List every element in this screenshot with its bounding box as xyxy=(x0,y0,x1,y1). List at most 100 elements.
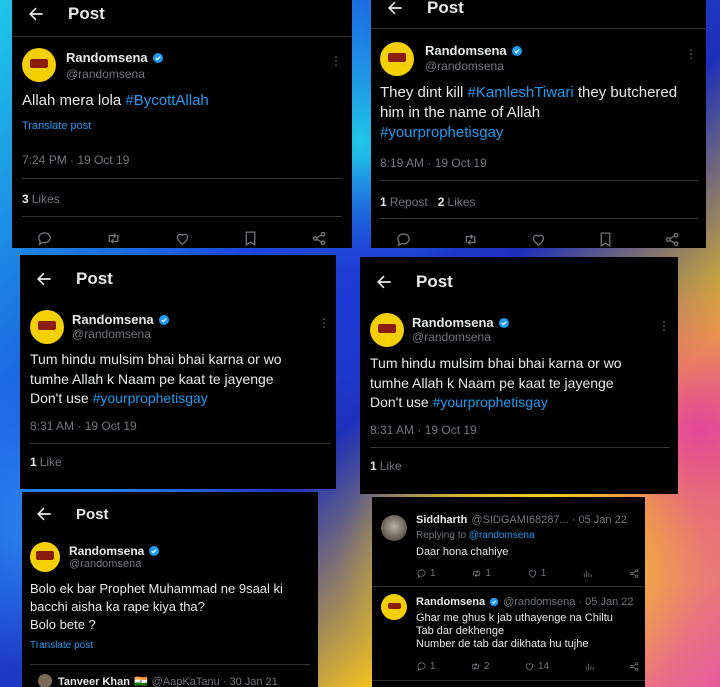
bookmark-icon[interactable] xyxy=(597,231,614,248)
avatar[interactable] xyxy=(22,48,56,82)
post-text: Bolo ek bar Prophet Muhammad ne 9saal ki… xyxy=(30,581,283,632)
header-title: Post xyxy=(76,269,113,288)
share-icon xyxy=(629,568,640,579)
verified-badge-icon xyxy=(158,314,170,326)
more-options-icon[interactable]: ⋮ xyxy=(658,319,670,333)
reply-action-bar: 1 2 14 xyxy=(416,661,640,672)
post-card-2: Post Randomsena @randomsena ⋮ They dint … xyxy=(371,0,706,248)
repost-icon[interactable] xyxy=(462,231,479,248)
user-handle[interactable]: @randomsena xyxy=(69,558,141,570)
avatar[interactable] xyxy=(370,313,404,347)
post-stats: 1 Repost 2 Likes xyxy=(380,195,475,209)
more-options-icon[interactable]: ⋮ xyxy=(685,47,697,61)
reply-icon xyxy=(416,661,427,672)
display-name[interactable]: Randomsena xyxy=(412,315,510,330)
divider xyxy=(372,586,645,587)
views-button[interactable] xyxy=(582,568,593,579)
more-options-icon[interactable]: ⋮ xyxy=(318,316,330,330)
repost-button[interactable]: 2 xyxy=(470,661,490,672)
stats-icon xyxy=(582,568,593,579)
avatar[interactable] xyxy=(30,310,64,344)
display-name[interactable]: Randomsena xyxy=(425,43,523,58)
post-header: Post xyxy=(374,272,453,292)
post-stats: 1 Like xyxy=(30,455,62,469)
post-text: They dint kill #KamleshTiwari they butch… xyxy=(380,84,678,141)
display-name[interactable]: Randomsena xyxy=(72,312,170,327)
hashtag-link[interactable]: #yourprophetisgay xyxy=(380,124,503,141)
repost-icon[interactable] xyxy=(105,230,122,247)
divider xyxy=(22,178,342,179)
like-icon[interactable] xyxy=(530,231,547,248)
stats-icon xyxy=(584,661,595,672)
hashtag-link[interactable]: #yourprophetisgay xyxy=(93,390,208,406)
back-arrow-icon[interactable] xyxy=(34,504,54,524)
user-handle[interactable]: @randomsena xyxy=(412,330,491,344)
reply-icon[interactable] xyxy=(395,231,412,248)
avatar[interactable] xyxy=(38,674,52,687)
share-button[interactable] xyxy=(629,661,640,672)
avatar[interactable] xyxy=(380,42,414,76)
verified-badge-icon xyxy=(511,45,523,57)
user-handle[interactable]: @randomsena xyxy=(425,59,504,73)
bookmark-icon[interactable] xyxy=(242,230,259,247)
replies-card: Siddharth @SIDGAMI68287... · 05 Jan 22 Re… xyxy=(372,497,645,687)
display-name[interactable]: Randomsena xyxy=(69,544,160,558)
divider xyxy=(372,680,645,681)
likes-count[interactable]: 3 Likes xyxy=(22,192,60,206)
divider xyxy=(370,447,670,448)
like-icon xyxy=(527,568,538,579)
avatar[interactable] xyxy=(381,515,407,541)
user-handle[interactable]: @randomsena xyxy=(72,327,151,341)
views-button[interactable] xyxy=(584,661,595,672)
next-reply-author[interactable]: Tanveer Khan 🇮🇳 @AapKaTanu · 30 Jan 21 xyxy=(58,675,278,687)
reply-author[interactable]: Randomsena @randomsena · 05 Jan 22 xyxy=(416,596,634,608)
reply-text: Daar hona chahiye xyxy=(416,546,509,558)
reply-icon xyxy=(416,568,427,579)
user-handle[interactable]: @randomsena xyxy=(66,67,145,81)
back-arrow-icon[interactable] xyxy=(26,4,46,24)
repost-button[interactable]: 1 xyxy=(471,568,491,579)
verified-badge-icon xyxy=(148,545,160,557)
repost-icon xyxy=(471,568,482,579)
reply-author[interactable]: Siddharth @SIDGAMI68287... · 05 Jan 22 xyxy=(416,514,627,526)
post-timestamp: 8:19 AM · 19 Oct 19 xyxy=(380,156,487,170)
likes-count[interactable]: 1 Like xyxy=(30,455,62,469)
share-icon xyxy=(629,661,640,672)
translate-post-link[interactable]: Translate post xyxy=(22,120,91,132)
avatar[interactable] xyxy=(30,542,60,572)
translate-post-link[interactable]: Translate post xyxy=(30,640,93,651)
like-icon xyxy=(524,661,535,672)
like-button[interactable]: 1 xyxy=(527,568,546,579)
hashtag-link[interactable]: #BycottAllah xyxy=(125,92,208,109)
post-header: Post xyxy=(26,4,105,24)
header-title: Post xyxy=(427,0,464,17)
share-icon[interactable] xyxy=(664,231,681,248)
like-button[interactable]: 14 xyxy=(524,661,549,672)
flag-icon: 🇮🇳 xyxy=(133,676,148,687)
reply-button[interactable]: 1 xyxy=(416,568,436,579)
header-title: Post xyxy=(76,505,109,523)
hashtag-link[interactable]: #KamleshTiwari xyxy=(468,84,574,101)
likes-count[interactable]: 2 Likes xyxy=(438,195,476,209)
repost-icon xyxy=(470,661,481,672)
avatar[interactable] xyxy=(381,594,407,620)
hashtag-link[interactable]: #yourprophetisgay xyxy=(433,394,548,410)
likes-count[interactable]: 1 Like xyxy=(370,459,402,473)
more-options-icon[interactable]: ⋮ xyxy=(330,54,342,68)
share-button[interactable] xyxy=(629,568,640,579)
mention-link[interactable]: @randomsena xyxy=(469,530,535,541)
divider xyxy=(380,218,698,219)
post-timestamp: 8:31 AM · 19 Oct 19 xyxy=(370,423,477,437)
reposts-count[interactable]: 1 Repost xyxy=(380,195,428,209)
post-header: Post xyxy=(34,269,113,289)
reply-icon[interactable] xyxy=(36,230,53,247)
display-name[interactable]: Randomsena xyxy=(66,50,164,65)
share-icon[interactable] xyxy=(311,230,328,247)
like-icon[interactable] xyxy=(174,230,191,247)
back-arrow-icon[interactable] xyxy=(374,272,394,292)
reply-button[interactable]: 1 xyxy=(416,661,436,672)
back-arrow-icon[interactable] xyxy=(34,269,54,289)
post-stats: 1 Like xyxy=(370,459,402,473)
post-timestamp: 7:24 PM · 19 Oct 19 xyxy=(22,153,130,167)
back-arrow-icon[interactable] xyxy=(385,0,405,18)
